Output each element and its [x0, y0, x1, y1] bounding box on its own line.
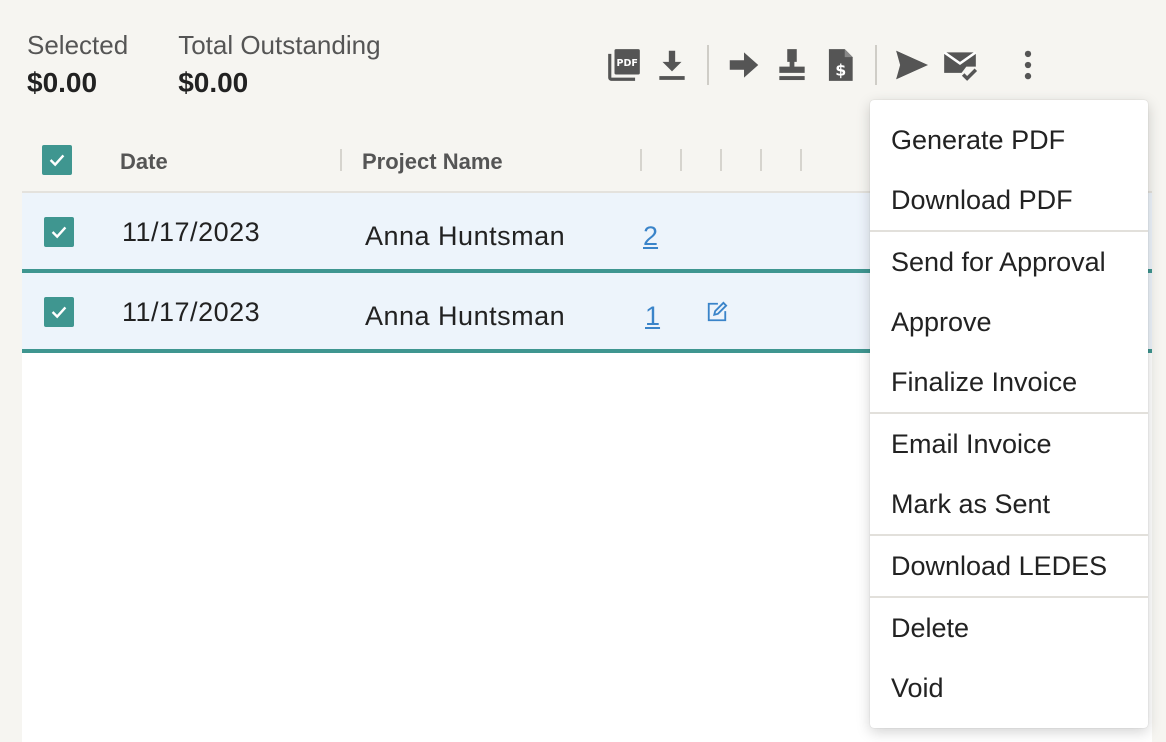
summary: Selected $0.00 Total Outstanding $0.00: [27, 30, 381, 100]
menu-item-generate-pdf[interactable]: Generate PDF: [870, 110, 1148, 170]
send-for-approval-button[interactable]: [720, 41, 768, 89]
selected-summary: Selected $0.00: [27, 30, 128, 100]
more-vertical-icon: [1024, 50, 1032, 80]
menu-item-delete[interactable]: Delete: [870, 598, 1148, 658]
email-invoice-button[interactable]: [888, 41, 936, 89]
column-resizer[interactable]: [640, 149, 642, 171]
menu-item-approve[interactable]: Approve: [870, 292, 1148, 352]
svg-text:$: $: [835, 60, 846, 79]
menu-item-finalize-invoice[interactable]: Finalize Invoice: [870, 352, 1148, 412]
more-actions-button[interactable]: [1004, 41, 1052, 89]
stamp-icon: [779, 49, 805, 81]
menu-item-download-pdf[interactable]: Download PDF: [870, 170, 1148, 230]
column-resizer[interactable]: [800, 149, 802, 171]
toolbar-divider: [707, 45, 709, 85]
menu-item-email-invoice[interactable]: Email Invoice: [870, 414, 1148, 474]
row-date: 11/17/2023: [122, 297, 261, 327]
column-header-date[interactable]: Date: [120, 149, 168, 175]
column-header-project[interactable]: Project Name: [362, 149, 503, 175]
approve-button[interactable]: [768, 41, 816, 89]
check-icon: [51, 226, 67, 239]
pdf-icon: PDF: [608, 49, 640, 81]
check-icon: [49, 154, 65, 167]
send-icon: [896, 50, 928, 80]
row-date: 11/17/2023: [122, 217, 261, 247]
column-resizer[interactable]: [720, 149, 722, 171]
row-count-link[interactable]: 1: [645, 301, 660, 332]
arrow-right-icon: [729, 52, 759, 78]
outstanding-label: Total Outstanding: [178, 30, 381, 60]
generate-pdf-button[interactable]: PDF: [600, 41, 648, 89]
row-count-link[interactable]: 2: [643, 221, 658, 252]
download-icon: [659, 50, 685, 80]
column-resizer[interactable]: [340, 149, 342, 171]
selected-value: $0.00: [27, 67, 98, 98]
menu-item-download-ledes[interactable]: Download LEDES: [870, 536, 1148, 596]
row-checkbox[interactable]: [44, 297, 74, 327]
mark-as-sent-button[interactable]: [936, 41, 984, 89]
finalize-invoice-button[interactable]: $: [816, 41, 864, 89]
menu-item-mark-as-sent[interactable]: Mark as Sent: [870, 474, 1148, 534]
more-actions-menu: Generate PDF Download PDF Send for Appro…: [870, 100, 1148, 728]
check-icon: [51, 306, 67, 319]
row-project-name: Anna Huntsman: [365, 221, 566, 251]
edit-icon[interactable]: [706, 301, 728, 323]
bulk-actions-toolbar: PDF $: [600, 40, 1052, 90]
toolbar-divider: [875, 45, 877, 85]
outstanding-summary: Total Outstanding $0.00: [178, 30, 380, 100]
column-resizer[interactable]: [760, 149, 762, 171]
menu-item-send-for-approval[interactable]: Send for Approval: [870, 232, 1148, 292]
svg-text:PDF: PDF: [616, 58, 637, 69]
mail-check-icon: [943, 51, 978, 81]
selected-label: Selected: [27, 30, 129, 60]
row-project-name: Anna Huntsman: [365, 301, 566, 331]
download-button[interactable]: [648, 41, 696, 89]
menu-item-void[interactable]: Void: [870, 658, 1148, 718]
row-checkbox[interactable]: [44, 217, 74, 247]
select-all-checkbox[interactable]: [42, 145, 72, 175]
invoice-dollar-icon: $: [828, 49, 853, 81]
column-resizer[interactable]: [680, 149, 682, 171]
outstanding-value: $0.00: [178, 67, 249, 98]
